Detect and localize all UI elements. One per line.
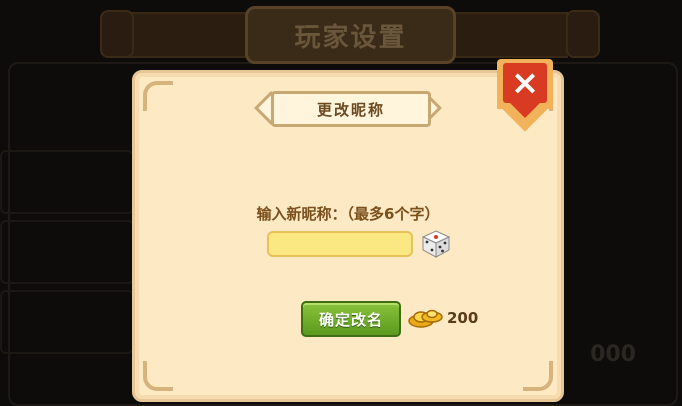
background-scroll-left <box>100 10 134 58</box>
nickname-input[interactable] <box>267 231 413 257</box>
corner-ornament <box>523 361 553 391</box>
close-button[interactable]: × <box>497 59 553 132</box>
close-x-glyph: × <box>510 63 540 103</box>
corner-ornament <box>143 81 173 111</box>
banner-ribbon: 更改昵称 <box>271 91 431 127</box>
dice-icon[interactable] <box>421 229 451 259</box>
nickname-prompt: 输入新昵称：（最多6个字） <box>256 205 440 223</box>
gold-ingot-icon <box>407 305 443 331</box>
background-row <box>0 150 134 214</box>
background-title: 玩家设置 <box>294 22 407 53</box>
rename-dialog: 更改昵称 × 输入新昵称：（最多6个字） 确定改名 200 <box>132 59 564 402</box>
dialog-title-banner: 更改昵称 <box>254 89 442 127</box>
confirm-rename-button[interactable]: 确定改名 <box>301 301 401 337</box>
background-row <box>0 290 134 354</box>
background-number: 000 <box>590 342 636 367</box>
close-x-icon: × <box>503 63 547 103</box>
corner-ornament <box>143 361 173 391</box>
rename-cost: 200 <box>447 309 479 327</box>
background-scroll-right <box>566 10 600 58</box>
background-title-plate: 玩家设置 <box>245 6 456 64</box>
background-row <box>0 220 134 284</box>
dialog-title: 更改昵称 <box>316 100 385 119</box>
